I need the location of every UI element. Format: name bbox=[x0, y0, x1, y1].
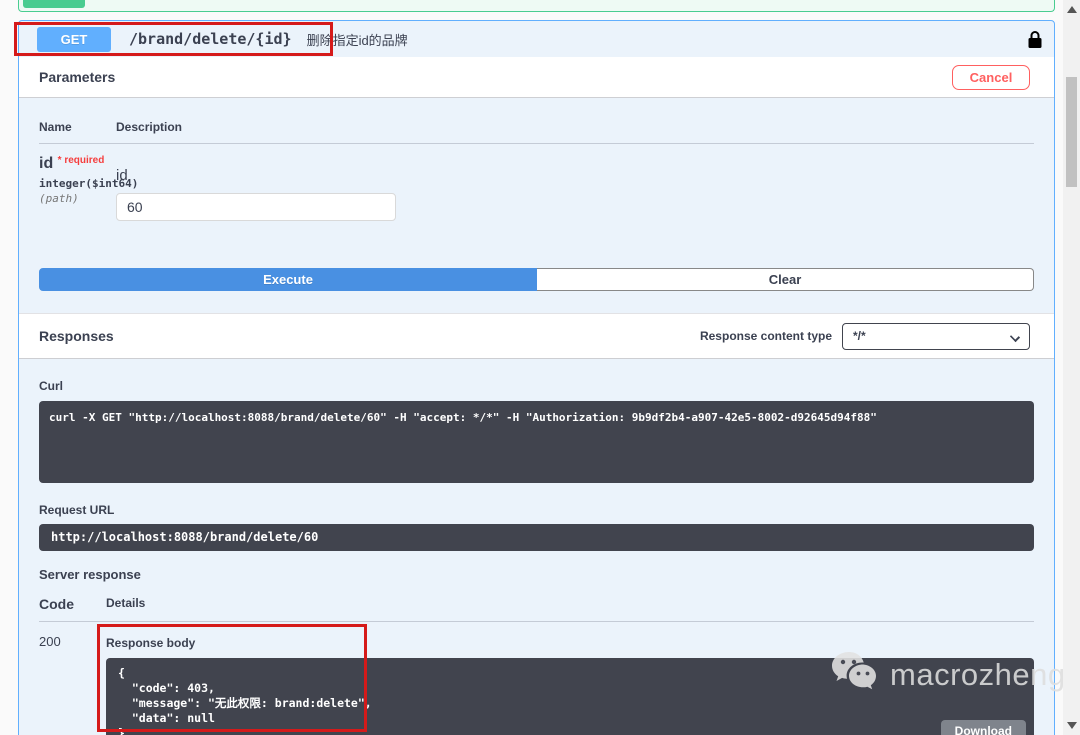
response-body-json[interactable]: { "code": 403, "message": "无此权限: brand:d… bbox=[106, 658, 1034, 735]
download-button[interactable]: Download bbox=[940, 719, 1026, 735]
response-details-cell: Response body { "code": 403, "message": … bbox=[97, 624, 1034, 735]
method-badge: GET bbox=[37, 26, 111, 52]
execute-row: Execute Clear bbox=[39, 268, 1034, 291]
lock-icon[interactable] bbox=[1028, 30, 1042, 48]
parameter-location: (path) bbox=[39, 192, 79, 205]
parameters-header: Parameters Cancel bbox=[19, 57, 1054, 98]
request-url-value: http://localhost:8088/brand/delete/60 bbox=[39, 524, 1034, 551]
parameter-name-cell: id * required integer($int64) (path) bbox=[39, 155, 139, 221]
parameter-row-id: id * required integer($int64) (path) id bbox=[39, 155, 1034, 221]
cancel-button[interactable]: Cancel bbox=[952, 64, 1030, 90]
server-response-row: 200 Response body { "code": 403, "messag… bbox=[39, 622, 1034, 735]
column-details: Details bbox=[106, 596, 146, 610]
parameter-description-cell: id bbox=[116, 155, 1034, 221]
parameters-body: Name Description id * required integer($… bbox=[19, 98, 1054, 313]
parameters-title: Parameters bbox=[39, 69, 116, 85]
column-name: Name bbox=[39, 120, 72, 134]
curl-command[interactable]: curl -X GET "http://localhost:8088/brand… bbox=[39, 401, 1034, 483]
response-body-label: Response body bbox=[106, 636, 196, 650]
endpoint-description: 删除指定id的品牌 bbox=[306, 32, 408, 48]
parameter-name: id bbox=[39, 155, 54, 172]
endpoint-block-brand-delete: GET /brand/delete/{id} 删除指定id的品牌 Paramet… bbox=[14, 20, 1055, 735]
curl-label: Curl bbox=[39, 379, 63, 393]
previous-endpoint-partial bbox=[18, 0, 1055, 12]
response-body-wrap: { "code": 403, "message": "无此权限: brand:d… bbox=[106, 658, 1034, 735]
request-url-label: Request URL bbox=[39, 503, 115, 517]
endpoint-summary[interactable]: GET /brand/delete/{id} 删除指定id的品牌 bbox=[14, 21, 1054, 57]
parameter-type: integer($int64) bbox=[39, 177, 139, 190]
content-type-wrap: Response content type */* bbox=[699, 322, 1030, 350]
scroll-up-icon[interactable] bbox=[1067, 6, 1077, 13]
response-code: 200 bbox=[39, 634, 61, 649]
required-marker: * required bbox=[57, 155, 105, 166]
responses-title: Responses bbox=[39, 328, 114, 344]
responses-header: Responses Response content type */* bbox=[19, 313, 1054, 359]
id-value-input[interactable] bbox=[116, 193, 396, 221]
divider bbox=[39, 143, 1034, 144]
responses-body: Curl curl -X GET "http://localhost:8088/… bbox=[19, 359, 1054, 735]
server-response-table-header: Code Details bbox=[39, 596, 1034, 612]
scrollbar-thumb[interactable] bbox=[1066, 77, 1077, 187]
parameters-table-header: Name Description bbox=[39, 120, 1034, 134]
scrollbar[interactable] bbox=[1063, 0, 1080, 735]
response-content-type-value: */* bbox=[853, 329, 866, 343]
server-response-label: Server response bbox=[39, 567, 141, 582]
post-method-badge bbox=[23, 0, 85, 8]
scroll-down-icon[interactable] bbox=[1067, 722, 1077, 729]
endpoint-path: /brand/delete/{id} bbox=[129, 30, 292, 48]
column-code: Code bbox=[39, 596, 74, 612]
parameter-description: id bbox=[116, 167, 128, 184]
response-content-type-label: Response content type bbox=[699, 329, 832, 343]
execute-button[interactable]: Execute bbox=[39, 268, 537, 291]
clear-button[interactable]: Clear bbox=[537, 268, 1034, 291]
column-description: Description bbox=[116, 120, 183, 134]
response-content-type-select[interactable]: */* bbox=[842, 322, 1030, 350]
swagger-page: GET /brand/delete/{id} 删除指定id的品牌 Paramet… bbox=[0, 0, 1055, 735]
chevron-down-icon bbox=[1009, 331, 1021, 342]
